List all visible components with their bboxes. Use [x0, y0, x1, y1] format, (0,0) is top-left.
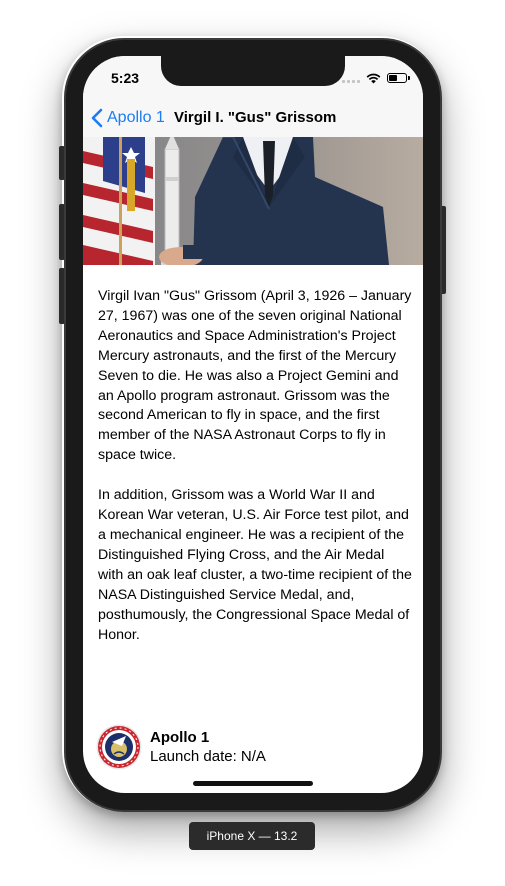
- bio-paragraph: In addition, Grissom was a World War II …: [98, 487, 412, 643]
- launch-date-label: Launch date:: [150, 748, 237, 765]
- wifi-icon: [366, 73, 381, 84]
- biography: Virgil Ivan "Gus" Grissom (April 3, 1926…: [98, 287, 413, 665]
- notch: [161, 56, 345, 86]
- battery-icon: [387, 73, 410, 83]
- battery-fill: [389, 75, 397, 81]
- status-bar: 5:23: [83, 56, 423, 100]
- mission-name: Apollo 1: [150, 729, 210, 746]
- astronaut-portrait: [83, 137, 423, 265]
- mission-row[interactable]: Apollo 1 Launch date: N/A: [96, 724, 266, 770]
- page-title: Virgil I. "Gus" Grissom: [174, 109, 337, 126]
- back-button[interactable]: Apollo 1: [91, 108, 165, 128]
- simulator-stage: 5:23 Apollo 1 Virgil I. "Gus" Grissom Vi…: [0, 0, 505, 886]
- device-label: iPhone X — 13.2: [189, 822, 315, 850]
- launch-date: Launch date: N/A: [150, 747, 266, 766]
- flag: [83, 137, 155, 265]
- chevron-left-icon: [91, 108, 103, 128]
- mission-patch-icon: [96, 724, 142, 770]
- mission-info: Apollo 1 Launch date: N/A: [150, 728, 266, 766]
- status-icons: [342, 72, 410, 84]
- signal-icon: [342, 73, 360, 83]
- bio-paragraph: Virgil Ivan "Gus" Grissom (April 3, 1926…: [98, 288, 412, 464]
- launch-date-value: N/A: [240, 748, 266, 765]
- back-button-label: Apollo 1: [107, 109, 165, 126]
- phone-screen: 5:23 Apollo 1 Virgil I. "Gus" Grissom Vi…: [83, 56, 423, 793]
- status-time: 5:23: [111, 70, 140, 86]
- navigation-bar: Apollo 1 Virgil I. "Gus" Grissom: [83, 100, 423, 138]
- home-indicator[interactable]: [193, 781, 313, 786]
